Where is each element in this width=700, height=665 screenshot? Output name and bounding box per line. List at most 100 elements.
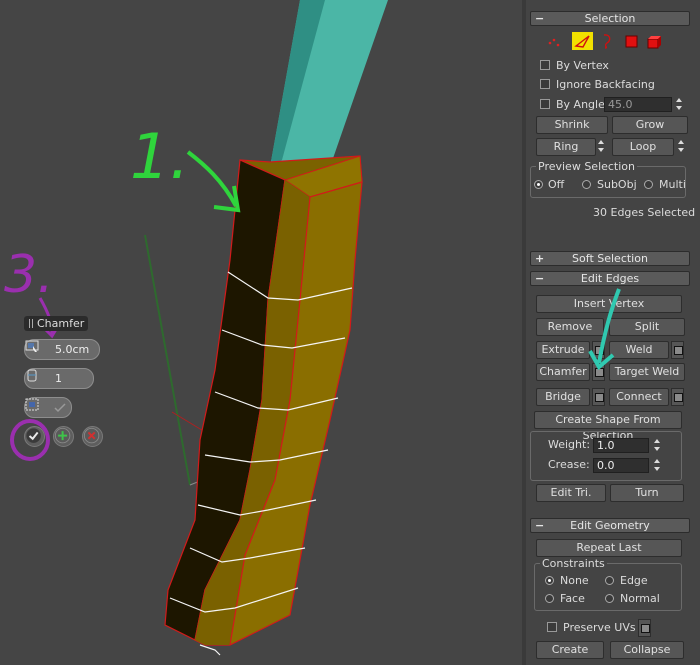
chamfer-settings-button[interactable] xyxy=(592,363,605,381)
by-angle-spinner[interactable] xyxy=(675,97,684,112)
cancel-button[interactable] xyxy=(82,426,103,447)
edit-geometry-rollout-header[interactable]: − Edit Geometry xyxy=(530,518,690,533)
open-chamfer-field[interactable] xyxy=(24,397,72,418)
preview-subobj-label: SubObj xyxy=(597,178,637,191)
turn-button[interactable]: Turn xyxy=(610,484,684,502)
repeat-last-button[interactable]: Repeat Last xyxy=(536,539,682,557)
extrude-settings-button[interactable] xyxy=(592,341,605,359)
collapse-icon: − xyxy=(535,519,545,532)
connect-button[interactable]: Connect xyxy=(609,388,669,406)
ignore-backfacing-checkbox[interactable] xyxy=(540,79,550,89)
weld-settings-button[interactable] xyxy=(671,341,684,359)
insert-vertex-button[interactable]: Insert Vertex xyxy=(536,295,682,313)
extrude-button[interactable]: Extrude xyxy=(536,341,590,359)
preview-off-label: Off xyxy=(548,178,565,191)
caddy-grip-icon[interactable] xyxy=(29,319,33,328)
collapse-icon: − xyxy=(535,12,545,25)
selection-rollout-header[interactable]: − Selection xyxy=(530,11,690,26)
annotation-3: 3. xyxy=(4,245,54,305)
weight-label: Weight: xyxy=(548,438,591,451)
preview-selection-title: Preview Selection xyxy=(536,160,638,173)
crease-input[interactable]: 0.0 xyxy=(593,458,649,473)
loop-spinner[interactable] xyxy=(677,139,686,154)
viewport[interactable]: z 1. 2. 3. Chamfer xyxy=(0,0,522,665)
chamfer-segments-field[interactable]: 1 xyxy=(24,368,94,389)
chamfer-segments-value[interactable]: 1 xyxy=(55,372,62,385)
annotation-1-arrow xyxy=(186,150,238,207)
loop-button[interactable]: Loop xyxy=(612,138,674,156)
caddy-title-label: Chamfer xyxy=(37,317,85,330)
weight-input[interactable]: 1.0 xyxy=(593,438,649,453)
by-angle-input[interactable]: 45.0 xyxy=(604,97,672,112)
split-button[interactable]: Split xyxy=(609,318,685,336)
crease-label: Crease: xyxy=(548,458,590,471)
soft-selection-title: Soft Selection xyxy=(572,252,648,265)
crease-spinner[interactable] xyxy=(653,458,662,473)
expand-icon: + xyxy=(535,252,545,265)
weight-spinner[interactable] xyxy=(653,438,662,453)
constraint-face-label: Face xyxy=(560,592,585,605)
target-weld-button[interactable]: Target Weld xyxy=(609,363,685,381)
panel-scrollbar[interactable] xyxy=(522,0,526,665)
apply-continue-icon xyxy=(54,427,71,444)
by-vertex-checkbox[interactable] xyxy=(540,60,550,70)
axis-green-line xyxy=(144,234,191,486)
weld-button[interactable]: Weld xyxy=(609,341,669,359)
selection-title: Selection xyxy=(584,12,636,25)
ok-icon xyxy=(26,428,41,443)
selection-status: 30 Edges Selected xyxy=(593,206,696,219)
segments-icon xyxy=(27,369,37,382)
remove-button[interactable]: Remove xyxy=(536,318,604,336)
constraint-normal-label: Normal xyxy=(620,592,660,605)
edit-edges-rollout-header[interactable]: − Edit Edges xyxy=(530,271,690,286)
chamfer-amount-icon xyxy=(25,340,39,352)
ignore-backfacing-label: Ignore Backfacing xyxy=(556,78,655,91)
apply-continue-button[interactable] xyxy=(53,426,74,447)
constraint-normal-radio[interactable] xyxy=(605,594,614,603)
preview-off-radio[interactable] xyxy=(534,180,543,189)
ok-button[interactable] xyxy=(24,426,45,447)
preserve-uvs-checkbox[interactable] xyxy=(547,622,557,632)
annotation-1: 1. xyxy=(130,120,189,193)
edit-geometry-title: Edit Geometry xyxy=(570,519,650,532)
ring-spinner[interactable] xyxy=(597,139,606,154)
polygon-mode-icon[interactable] xyxy=(625,35,638,48)
by-vertex-label: By Vertex xyxy=(556,59,609,72)
element-mode-icon[interactable] xyxy=(647,36,661,49)
bridge-settings-button[interactable] xyxy=(592,388,605,406)
shrink-button[interactable]: Shrink xyxy=(536,116,608,134)
create-shape-button[interactable]: Create Shape From Selection xyxy=(534,411,682,442)
constraint-none-label: None xyxy=(560,574,589,587)
caddy-title[interactable]: Chamfer xyxy=(24,316,88,331)
create-button[interactable]: Create xyxy=(536,641,604,659)
constraint-edge-label: Edge xyxy=(620,574,648,587)
chamfer-amount-field[interactable]: 5.0cm xyxy=(24,339,100,360)
constraint-edge-radio[interactable] xyxy=(605,576,614,585)
soft-selection-rollout-header[interactable]: + Soft Selection xyxy=(530,251,690,266)
constraint-none-radio[interactable] xyxy=(545,576,554,585)
ring-button[interactable]: Ring xyxy=(536,138,596,156)
preview-multi-label: Multi xyxy=(659,178,686,191)
open-chamfer-icon[interactable] xyxy=(25,398,39,411)
vertex-mode-icon[interactable] xyxy=(548,38,560,47)
collapse-icon: − xyxy=(535,272,545,285)
by-angle-label: By Angle: xyxy=(556,98,609,111)
chamfer-button[interactable]: Chamfer xyxy=(536,363,590,381)
constraint-face-radio[interactable] xyxy=(545,594,554,603)
connect-settings-button[interactable] xyxy=(671,388,684,406)
cancel-icon xyxy=(83,427,100,444)
edit-tri-button[interactable]: Edit Tri. xyxy=(536,484,606,502)
preview-multi-radio[interactable] xyxy=(644,180,653,189)
preserve-uvs-label: Preserve UVs xyxy=(563,621,636,634)
preview-subobj-radio[interactable] xyxy=(582,180,591,189)
constraints-title: Constraints xyxy=(540,557,607,570)
grow-button[interactable]: Grow xyxy=(612,116,688,134)
bridge-button[interactable]: Bridge xyxy=(536,388,590,406)
by-angle-checkbox[interactable] xyxy=(540,99,550,109)
collapse-button[interactable]: Collapse xyxy=(610,641,684,659)
border-mode-icon[interactable] xyxy=(603,34,611,49)
check-toggle-icon[interactable] xyxy=(53,402,67,413)
edit-edges-title: Edit Edges xyxy=(580,272,640,285)
chamfer-amount-value[interactable]: 5.0cm xyxy=(55,343,89,356)
preserve-uvs-settings-button[interactable] xyxy=(638,619,651,637)
